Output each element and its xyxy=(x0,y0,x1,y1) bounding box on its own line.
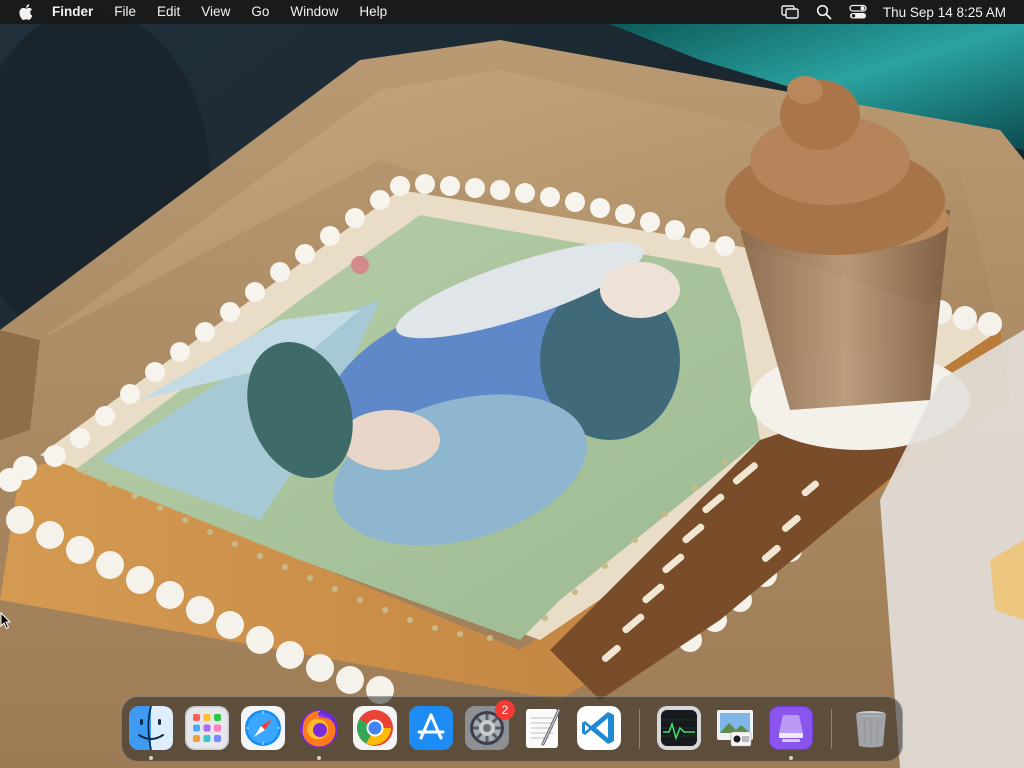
dock-item-vscode[interactable] xyxy=(577,706,621,750)
screen-mirroring-icon[interactable] xyxy=(781,4,799,20)
menu-window[interactable]: Window xyxy=(290,0,338,24)
dock-item-safari[interactable] xyxy=(241,706,285,750)
menu-go[interactable]: Go xyxy=(251,0,269,24)
simulator-icon xyxy=(769,706,813,750)
app-store-icon xyxy=(409,706,453,750)
dock-item-textedit[interactable] xyxy=(521,706,565,750)
dock-item-simulator[interactable] xyxy=(769,706,813,750)
dock-item-finder[interactable] xyxy=(129,706,173,750)
menu-bar: Finder File Edit View Go Window Help Thu… xyxy=(0,0,1024,24)
dock-item-activity-monitor[interactable] xyxy=(657,706,701,750)
menu-app-name[interactable]: Finder xyxy=(52,0,93,24)
dock-separator xyxy=(639,709,640,749)
apple-menu-icon[interactable] xyxy=(18,4,34,20)
running-indicator xyxy=(149,756,153,760)
dock-item-chrome[interactable] xyxy=(353,706,397,750)
launchpad-icon xyxy=(185,706,229,750)
menu-edit[interactable]: Edit xyxy=(157,0,180,24)
dock-item-firefox[interactable] xyxy=(297,706,341,750)
textedit-icon xyxy=(526,708,561,748)
wallpaper xyxy=(0,0,1024,768)
menu-bar-status-area: Thu Sep 14 8:25 AM xyxy=(781,0,1024,24)
dock-item-launchpad[interactable] xyxy=(185,706,229,750)
dock-item-system-settings[interactable]: 2 xyxy=(465,700,515,750)
desktop: Finder File Edit View Go Window Help Thu… xyxy=(0,0,1024,768)
dock: 2 xyxy=(121,696,903,762)
menu-bar-clock[interactable]: Thu Sep 14 8:25 AM xyxy=(883,5,1006,20)
vscode-icon xyxy=(577,706,621,750)
dock-item-trash[interactable] xyxy=(849,706,893,750)
dock-item-preview[interactable] xyxy=(713,706,757,750)
activity-monitor-icon xyxy=(657,706,701,750)
mouse-cursor-icon xyxy=(0,612,12,630)
control-center-icon[interactable] xyxy=(849,4,867,20)
firefox-icon xyxy=(300,710,338,748)
spotlight-search-icon[interactable] xyxy=(815,4,833,20)
finder-icon xyxy=(129,706,173,750)
dock-separator xyxy=(831,709,832,749)
menu-file[interactable]: File xyxy=(114,0,136,24)
trash-icon xyxy=(856,711,886,748)
chrome-icon xyxy=(353,706,397,750)
menu-help[interactable]: Help xyxy=(359,0,387,24)
dock-item-app-store[interactable] xyxy=(409,706,453,750)
notification-badge: 2 xyxy=(495,700,515,720)
running-indicator xyxy=(317,756,321,760)
running-indicator xyxy=(789,756,793,760)
safari-icon xyxy=(241,706,285,750)
preview-icon xyxy=(717,710,753,747)
menu-view[interactable]: View xyxy=(201,0,230,24)
